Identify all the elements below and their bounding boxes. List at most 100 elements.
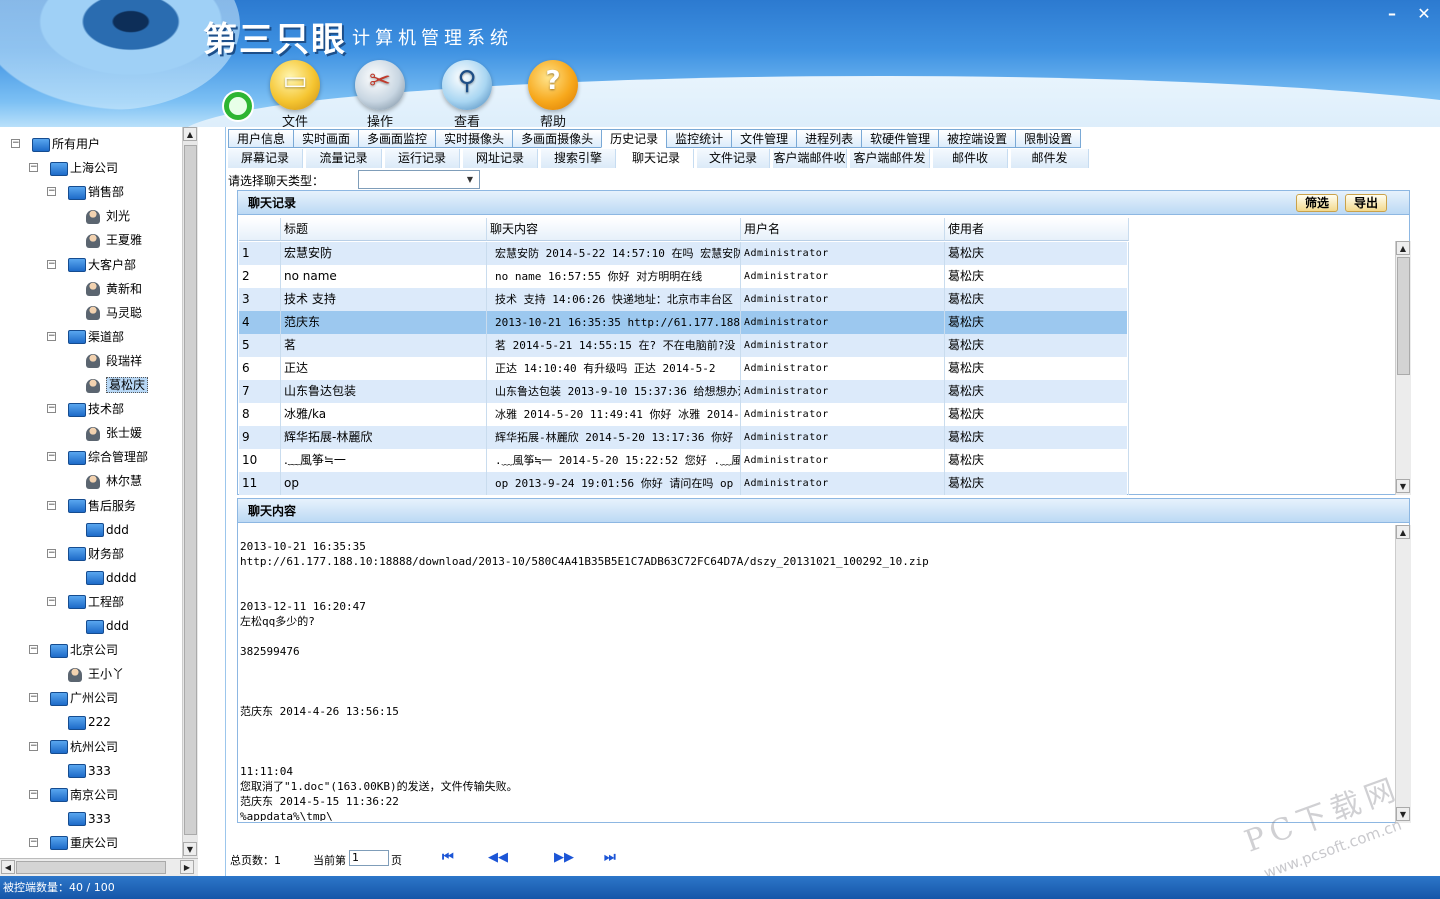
tree-expander-icon[interactable]: − (47, 548, 56, 558)
tab-secondary[interactable]: 搜索引擎 (541, 149, 616, 168)
export-button[interactable]: 导出 (1345, 194, 1388, 212)
table-row[interactable]: 11 op op 2013-9-24 19:01:56 你好 请问在吗 op Admi… (239, 472, 1129, 495)
tree-item-label: 葛松庆 (106, 377, 149, 393)
toolbar-operate-label: 操作 (366, 115, 393, 127)
tree-expander-icon[interactable]: − (29, 741, 38, 751)
tab-primary[interactable]: 软硬件管理 (861, 129, 940, 148)
table-cell-content: 辉华拓展-林麗欣 2014-5-20 13:17:36 你好 辉 (487, 426, 741, 449)
tab-primary[interactable]: 历史记录 (601, 129, 668, 148)
chat-scroll-up-icon[interactable]: ▲ (1396, 525, 1410, 539)
table-cell-title: 辉华拓展-林麗欣 (281, 426, 487, 449)
tree-expander-icon[interactable]: − (47, 500, 56, 510)
tab-primary[interactable]: 限制设置 (1015, 129, 1082, 148)
filter-button[interactable]: 筛选 (1296, 194, 1339, 212)
tab-primary[interactable]: 多画面摄像头 (512, 129, 603, 148)
tab-primary[interactable]: 被控端设置 (938, 129, 1017, 148)
table-row[interactable]: 8 冰雅/ka 冰雅 2014-5-20 11:49:41 你好 冰雅 2014- A… (239, 403, 1129, 426)
tree-vertical-scrollbar[interactable]: ▲ ▼ (182, 127, 198, 858)
tree-item-label: 上海公司 (70, 161, 119, 176)
tab-secondary[interactable]: 邮件发 (1011, 149, 1089, 168)
last-page-icon[interactable]: ⏭ (604, 850, 616, 866)
table-row[interactable]: 3 技术 支持 技术 支持 14:06:26 快递地址：北京市丰台区 Administ… (239, 288, 1129, 311)
tab-primary[interactable]: 实时画面 (293, 129, 360, 148)
tree-hscroll-thumb[interactable] (16, 861, 166, 874)
grid-vertical-scrollbar[interactable]: ▲ ▼ (1395, 241, 1411, 495)
chat-content-panel: 聊天内容 2013-10-21 16:35:35 http://61.177.1… (237, 498, 1411, 823)
grid-column-header[interactable]: 使用者 (945, 218, 1129, 241)
computer-group-icon (68, 812, 86, 827)
next-page-icon[interactable]: ▶▶ (554, 850, 574, 866)
tab-primary[interactable]: 文件管理 (731, 129, 798, 148)
table-row[interactable]: 2 no name no name 16:57:55 你好 对方明明在线 Admini… (239, 265, 1129, 288)
table-row[interactable]: 5茗茗 2014-5-21 14:55:15 在? 不在电脑前?没 Adminis… (239, 334, 1129, 357)
table-row[interactable]: 9 辉华拓展-林麗欣 辉华拓展-林麗欣 2014-5-20 13:17:36 你好 … (239, 426, 1129, 449)
tree-expander-icon[interactable]: − (29, 163, 38, 173)
tab-secondary[interactable]: 运行记录 (385, 149, 460, 168)
tab-primary[interactable]: 实时摄像头 (435, 129, 514, 148)
grid-column-header[interactable]: 聊天内容 (487, 218, 741, 241)
tree-expander-icon[interactable]: − (11, 139, 20, 148)
grid-column-header[interactable] (239, 218, 281, 241)
table-row[interactable]: 6 正达 正达 14:10:40 有升级吗 正达 2014-5-2 Administr… (239, 357, 1129, 380)
close-button[interactable]: ✕ (1410, 2, 1438, 26)
grid-scroll-thumb[interactable] (1397, 257, 1410, 375)
power-icon[interactable] (224, 92, 252, 120)
tree-expander-icon[interactable]: − (47, 404, 56, 414)
grid-column-header[interactable]: 标题 (281, 218, 487, 241)
tree-expander-icon[interactable]: − (29, 837, 38, 847)
tab-secondary[interactable]: 网址记录 (463, 149, 538, 168)
grid-scroll-down-icon[interactable]: ▼ (1396, 479, 1410, 493)
toolbar-operate-button[interactable]: ✂ 操作 (340, 60, 420, 127)
computer-group-icon (68, 764, 86, 779)
computer-group-icon (68, 258, 86, 272)
chevron-down-icon[interactable]: ▼ (463, 173, 477, 186)
tab-secondary[interactable]: 文件记录 (697, 149, 770, 168)
table-cell-user: Administrator (741, 357, 945, 380)
chat-vertical-scrollbar[interactable]: ▲ ▼ (1395, 525, 1411, 823)
scroll-right-arrow-icon[interactable]: ▶ (180, 860, 194, 874)
first-page-icon[interactable]: ⏮ (442, 850, 454, 866)
current-page-input[interactable]: 1 (349, 850, 389, 866)
tab-primary[interactable]: 进程列表 (796, 129, 863, 148)
table-row[interactable]: 1 宏慧安防 宏慧安防 2014-5-22 14:57:10 在吗 宏慧安防 Admi… (239, 242, 1129, 265)
scroll-up-arrow-icon[interactable]: ▲ (183, 127, 197, 141)
tree-horizontal-scrollbar[interactable]: ◀ ▶ (0, 858, 198, 876)
tab-secondary[interactable]: 流量记录 (306, 149, 382, 168)
prev-page-icon[interactable]: ◀◀ (488, 850, 508, 866)
grid-column-header[interactable]: 用户名 (741, 218, 945, 241)
tree-expander-icon[interactable]: − (47, 331, 56, 341)
tab-primary[interactable]: 监控统计 (666, 129, 733, 148)
tab-primary[interactable]: 多画面监控 (358, 129, 437, 148)
tree-expander-icon[interactable]: − (47, 187, 56, 197)
table-cell-content: 2013-10-21 16:35:35 http://61.177.188.10… (487, 311, 741, 334)
minimize-button[interactable]: – (1378, 2, 1406, 26)
tree-expander-icon[interactable]: − (47, 596, 56, 606)
toolbar-file-button[interactable]: ▭ 文件 (255, 60, 335, 127)
scroll-down-arrow-icon[interactable]: ▼ (183, 842, 197, 856)
tree-item-label: 重庆公司 (70, 835, 119, 850)
tree-scroll-thumb[interactable] (184, 145, 197, 835)
computer-group-icon (68, 715, 86, 730)
tree-item-label: ddd (106, 522, 129, 537)
tab-secondary[interactable]: 客户端邮件发 (850, 149, 930, 168)
toolbar-help-button[interactable]: ? 帮助 (513, 60, 593, 127)
tree-expander-icon[interactable]: − (47, 259, 56, 269)
tree-expander-icon[interactable]: − (29, 789, 38, 799)
toolbar-view-button[interactable]: ⚲ 查看 (427, 60, 507, 127)
tab-secondary[interactable]: 屏幕记录 (228, 149, 303, 168)
tree-expander-icon[interactable]: − (47, 452, 56, 462)
chat-content-text[interactable]: 2013-10-21 16:35:35 http://61.177.188.10… (239, 525, 1393, 821)
table-row[interactable]: 4 范庆东 2013-10-21 16:35:35 http://61.177.18… (239, 311, 1129, 334)
scroll-left-arrow-icon[interactable]: ◀ (1, 860, 15, 874)
tree-expander-icon[interactable]: − (29, 645, 38, 655)
tab-primary[interactable]: 用户信息 (228, 129, 295, 148)
tree-expander-icon[interactable]: − (29, 693, 38, 703)
table-row[interactable]: 7 山东鲁达包装 山东鲁达包装 2013-9-10 15:37:36 给想想办法 Ad… (239, 380, 1129, 403)
table-row[interactable]: 10 .﹏風筝≒一 .﹏風筝≒一 2014-5-20 15:22:52 您好 .﹏風… (239, 449, 1129, 472)
chat-type-select[interactable]: ▼ (358, 170, 480, 189)
tab-secondary[interactable]: 客户端邮件收 (773, 149, 847, 168)
tab-secondary[interactable]: 邮件收 (933, 149, 1008, 168)
grid-scroll-up-icon[interactable]: ▲ (1396, 241, 1410, 255)
tree-item-label: 马灵聪 (106, 305, 143, 320)
tab-secondary[interactable]: 聊天记录 (619, 149, 694, 168)
